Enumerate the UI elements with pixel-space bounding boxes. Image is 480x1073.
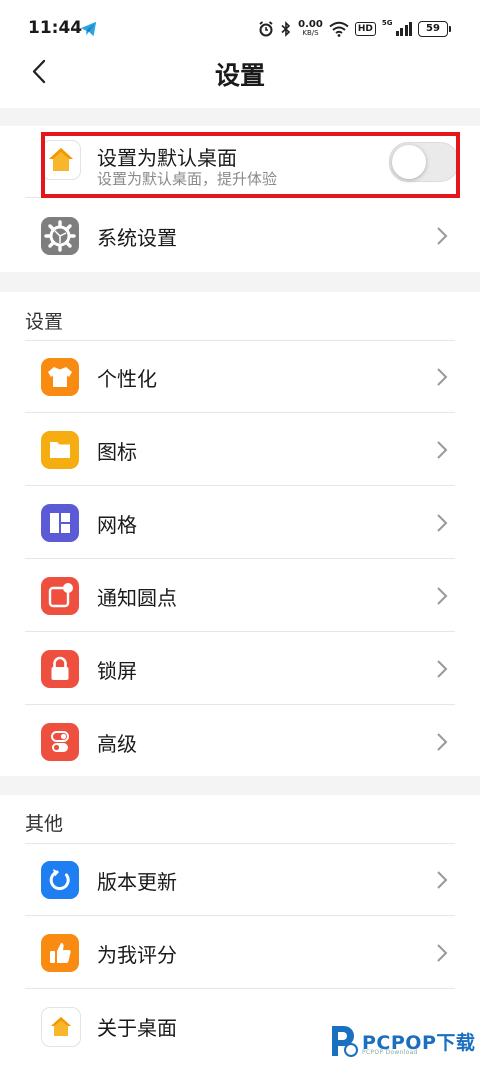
notification-dot-icon xyxy=(41,577,79,615)
chevron-right-icon xyxy=(437,660,448,678)
status-icons: 0.00 KB/S HD 5G 59 xyxy=(258,18,451,40)
settings-item-label: 图标 xyxy=(97,440,137,464)
divider xyxy=(25,558,455,559)
watermark: PCPOP下载 PCPOP Download xyxy=(326,1022,476,1062)
system-settings-row[interactable]: 系统设置 xyxy=(25,200,455,272)
app-header: 设置 xyxy=(0,58,480,108)
settings-item-label: 锁屏 xyxy=(97,659,137,683)
other-item-version-update[interactable]: 版本更新 xyxy=(25,844,455,916)
grid-icon xyxy=(41,504,79,542)
chevron-right-icon xyxy=(437,944,448,962)
divider xyxy=(25,412,455,413)
gear-icon xyxy=(41,217,79,255)
status-bar: 11:44 0.00 KB/S HD 5G 59 xyxy=(0,0,480,58)
divider xyxy=(25,988,455,989)
other-item-rate-me[interactable]: 为我评分 xyxy=(25,917,455,989)
settings-item-personalize[interactable]: 个性化 xyxy=(25,341,455,413)
settings-item-label: 高级 xyxy=(97,732,137,756)
thumbs-up-icon xyxy=(41,934,79,972)
battery-level: 59 xyxy=(426,23,440,34)
divider xyxy=(25,485,455,486)
watermark-sub: PCPOP Download xyxy=(362,1049,418,1056)
divider xyxy=(25,704,455,705)
toggles-icon xyxy=(41,723,79,761)
hd-badge: HD xyxy=(354,22,376,36)
pcpop-logo-icon xyxy=(332,1026,358,1057)
divider xyxy=(25,631,455,632)
chevron-right-icon xyxy=(437,441,448,459)
settings-item-lock-screen[interactable]: 锁屏 xyxy=(25,633,455,705)
chevron-right-icon xyxy=(437,514,448,532)
other-item-label: 版本更新 xyxy=(97,870,177,894)
refresh-icon xyxy=(41,861,79,899)
settings-item-notification-dot[interactable]: 通知圆点 xyxy=(25,560,455,632)
chevron-right-icon xyxy=(437,871,448,889)
system-settings-label: 系统设置 xyxy=(97,226,177,250)
highlight-box xyxy=(41,132,460,198)
battery-icon: 59 xyxy=(418,21,451,37)
network-type: 5G xyxy=(381,19,393,27)
home-icon xyxy=(41,1007,81,1047)
page-title: 设置 xyxy=(214,61,265,90)
chevron-right-icon xyxy=(437,587,448,605)
telegram-icon xyxy=(80,21,97,37)
chevron-right-icon xyxy=(437,733,448,751)
settings-item-label: 网格 xyxy=(97,513,137,537)
section-title-settings: 设置 xyxy=(25,311,64,333)
settings-item-icons[interactable]: 图标 xyxy=(25,414,455,486)
settings-item-grid[interactable]: 网格 xyxy=(25,487,455,559)
alarm-icon xyxy=(259,21,273,37)
folder-icon xyxy=(41,431,79,469)
network-speed: 0.00 KB/S xyxy=(298,19,323,38)
signal-icon xyxy=(395,22,412,36)
settings-item-advanced[interactable]: 高级 xyxy=(25,706,455,778)
lock-icon xyxy=(41,650,79,688)
tshirt-icon xyxy=(41,358,79,396)
section-title-other: 其他 xyxy=(25,813,64,835)
chevron-right-icon xyxy=(437,227,448,245)
chevron-right-icon xyxy=(437,368,448,386)
bluetooth-icon xyxy=(281,21,291,37)
other-item-label: 为我评分 xyxy=(97,943,177,967)
divider xyxy=(25,915,455,916)
settings-section: 设置 个性化 图标 网格 通知圆点 锁屏 高级 xyxy=(0,292,480,776)
wifi-icon xyxy=(329,21,349,37)
status-time: 11:44 xyxy=(28,18,83,38)
settings-item-label: 个性化 xyxy=(97,367,157,391)
settings-item-label: 通知圆点 xyxy=(97,586,177,610)
other-item-label: 关于桌面 xyxy=(97,1016,177,1040)
